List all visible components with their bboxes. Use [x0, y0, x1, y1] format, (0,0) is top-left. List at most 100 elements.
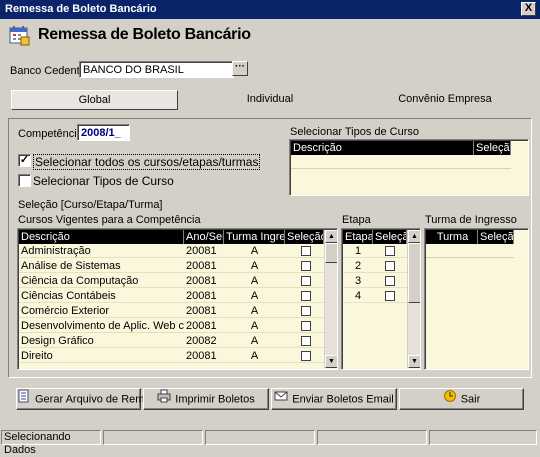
cell-turma: A: [224, 244, 285, 258]
window-title: Remessa de Boleto Bancário: [5, 3, 157, 15]
tab-individual[interactable]: Individual: [185, 90, 355, 110]
select-types-label[interactable]: Selecionar Tipos de Curso: [33, 174, 174, 188]
table-row[interactable]: 2: [343, 259, 407, 273]
envelope-icon: [274, 389, 288, 410]
table-row[interactable]: Ciência da Computação 20081 A: [19, 274, 324, 288]
row-checkbox[interactable]: [385, 261, 395, 271]
select-types-checkbox[interactable]: [18, 174, 31, 187]
turma-ingresso-grid[interactable]: Turma Seleção: [424, 228, 529, 370]
status-pane-4: [317, 430, 427, 445]
cell-descricao: Comércio Exterior: [19, 304, 184, 318]
document-icon: [17, 389, 31, 410]
scroll-down-button[interactable]: ▼: [325, 355, 337, 368]
selecao-label: Seleção [Curso/Etapa/Turma]: [18, 199, 163, 211]
scroll-thumb[interactable]: [325, 243, 337, 263]
cell-descricao: Administração: [19, 244, 184, 258]
row-checkbox[interactable]: [385, 276, 395, 286]
tab-convenio-empresa[interactable]: Convênio Empresa: [360, 90, 530, 110]
cell-ano-sem: 20081: [184, 349, 224, 363]
scroll-up-button[interactable]: ▲: [325, 230, 337, 243]
tipos-curso-title: Selecionar Tipos de Curso: [290, 126, 420, 138]
cell-turma: A: [224, 334, 285, 348]
table-row[interactable]: Ciências Contábeis 20081 A: [19, 289, 324, 303]
row-checkbox[interactable]: [301, 276, 311, 286]
etapa-header: Etapa Seleção: [343, 230, 407, 244]
select-all-checkbox[interactable]: ✓: [18, 154, 31, 167]
cell-descricao: Ciências Contábeis: [19, 289, 184, 303]
enviar-email-button[interactable]: Enviar Boletos Email: [271, 388, 397, 410]
cell-ano-sem: 20081: [184, 319, 224, 333]
cell-turma: A: [224, 304, 285, 318]
cell-turma: A: [224, 349, 285, 363]
row-checkbox[interactable]: [301, 351, 311, 361]
scroll-up-button[interactable]: ▲: [408, 230, 420, 243]
col-selecao: Seleção: [287, 230, 324, 244]
table-row[interactable]: Desenvolvimento de Aplic. Web com .Net20…: [19, 319, 324, 333]
table-row[interactable]: 1: [343, 244, 407, 258]
cursos-title: Cursos Vigentes para a Competência: [18, 214, 201, 226]
status-pane-3: [205, 430, 315, 445]
printer-icon: [157, 389, 171, 410]
calendar-icon: [8, 24, 30, 49]
tipos-curso-header: Descrição Seleção: [291, 141, 511, 155]
status-bar: Selecionando Dados: [0, 428, 540, 456]
competencia-label: Competência:: [18, 128, 86, 140]
row-checkbox[interactable]: [301, 321, 311, 331]
cell-turma: A: [224, 259, 285, 273]
row-checkbox[interactable]: [301, 246, 311, 256]
turma-ingresso-header: Turma Seleção: [426, 230, 514, 244]
sair-button[interactable]: Sair: [399, 388, 524, 410]
tab-global[interactable]: Global: [11, 90, 178, 110]
banco-cedente-field[interactable]: BANCO DO BRASIL: [79, 61, 234, 78]
cell-descricao: Análise de Sistemas: [19, 259, 184, 273]
cell-ano-sem: 20081: [184, 274, 224, 288]
scroll-down-button[interactable]: ▼: [408, 355, 420, 368]
form-title: Remessa de Boleto Bancário: [38, 26, 251, 43]
row-checkbox[interactable]: [301, 261, 311, 271]
close-button[interactable]: X: [521, 2, 536, 16]
table-row[interactable]: 3: [343, 274, 407, 288]
etapa-grid[interactable]: Etapa Seleção 1234 ▲ ▼: [341, 228, 421, 370]
col-descricao: Descrição: [19, 230, 184, 244]
status-pane-2: [103, 430, 203, 445]
title-bar: Remessa de Boleto Bancário X: [0, 0, 540, 19]
cell-etapa: 3: [343, 274, 373, 288]
row-checkbox[interactable]: [385, 291, 395, 301]
imprimir-boletos-button[interactable]: Imprimir Boletos: [143, 388, 269, 410]
table-row[interactable]: Direito 20081 A: [19, 349, 324, 363]
main-window: Remessa de Boleto Bancário X Remessa de …: [0, 0, 540, 456]
col-selecao: Seleção: [476, 141, 511, 155]
cell-turma: A: [224, 274, 285, 288]
cursos-scrollbar[interactable]: ▲ ▼: [324, 230, 337, 368]
competencia-field[interactable]: 2008/1_: [77, 124, 130, 141]
scroll-thumb[interactable]: [408, 243, 420, 303]
col-selecao: Seleção: [373, 230, 407, 244]
table-row[interactable]: Design Gráfico 20082 A: [19, 334, 324, 348]
row-checkbox[interactable]: [301, 336, 311, 346]
status-text: Selecionando Dados: [1, 430, 101, 456]
sair-label: Sair: [460, 393, 481, 406]
cell-ano-sem: 20082: [184, 334, 224, 348]
etapa-title: Etapa: [342, 214, 371, 226]
cursos-grid[interactable]: Descrição Ano/Sem Turma Ingresso Seleção…: [17, 228, 338, 370]
table-row[interactable]: Administração 20081 A: [19, 244, 324, 258]
etapa-scrollbar[interactable]: ▲ ▼: [407, 230, 420, 368]
status-pane-5: [429, 430, 537, 445]
form-header: Remessa de Boleto Bancário: [6, 22, 526, 52]
gerar-remessa-button[interactable]: Gerar Arquivo de Remessa: [16, 388, 168, 410]
col-turma-ingresso: Turma Ingresso: [226, 230, 285, 244]
turma-ingresso-title: Turma de Ingresso: [425, 214, 517, 226]
row-checkbox[interactable]: [385, 246, 395, 256]
tipos-curso-grid[interactable]: Descrição Seleção: [289, 139, 529, 196]
enviar-email-label: Enviar Boletos Email: [292, 393, 394, 406]
row-checkbox[interactable]: [301, 306, 311, 316]
table-row[interactable]: Análise de Sistemas 20081 A: [19, 259, 324, 273]
select-all-label[interactable]: Selecionar todos os cursos/etapas/turmas: [33, 154, 261, 170]
col-etapa: Etapa: [345, 230, 373, 244]
cursos-header: Descrição Ano/Sem Turma Ingresso Seleção: [19, 230, 324, 244]
table-row[interactable]: 4: [343, 289, 407, 303]
row-checkbox[interactable]: [301, 291, 311, 301]
banco-browse-button[interactable]: ···: [232, 61, 248, 76]
cell-ano-sem: 20081: [184, 289, 224, 303]
table-row[interactable]: Comércio Exterior 20081 A: [19, 304, 324, 318]
